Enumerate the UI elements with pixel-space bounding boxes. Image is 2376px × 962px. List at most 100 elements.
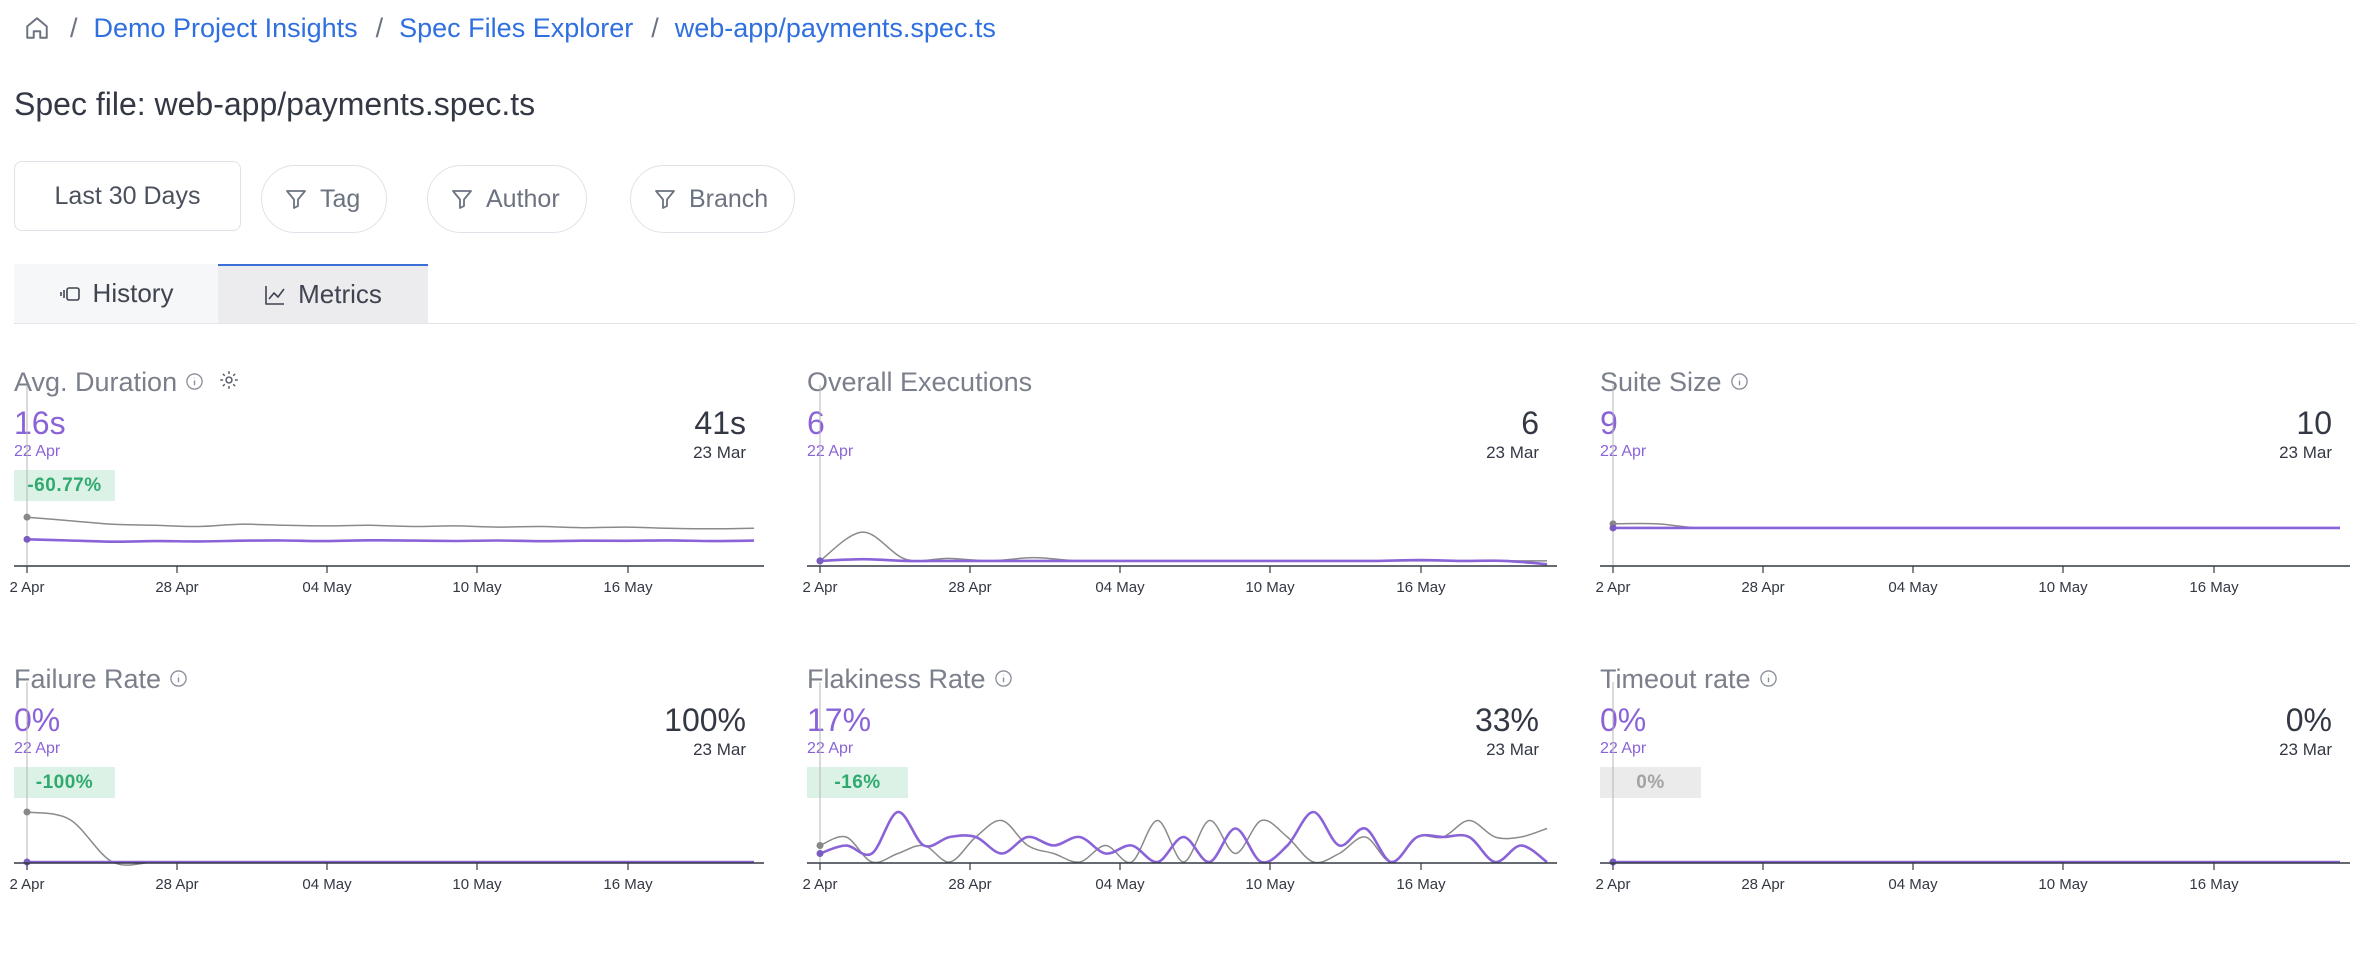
current-date: 22 Apr (1600, 740, 1647, 757)
filter-icon (655, 190, 675, 209)
previous-value: 41s (694, 405, 746, 441)
x-tick-label: 2 Apr (9, 876, 44, 893)
x-tick-label: 2 Apr (9, 579, 44, 596)
avg-duration-chart[interactable]: 2 Apr 28 Apr 04 May 10 May 16 May (9, 385, 764, 596)
previous-value: 10 (2296, 405, 2332, 441)
x-tick-label: 2 Apr (1595, 876, 1630, 893)
current-value: 6 (807, 405, 825, 441)
tab-metrics-label: Metrics (298, 279, 382, 309)
previous-value: 33% (1474, 702, 1539, 738)
x-tick-label: 28 Apr (155, 579, 198, 596)
x-tick-label: 04 May (302, 876, 352, 893)
previous-date: 23 Mar (1486, 443, 1539, 462)
avg-duration-panel: Avg. Duration 16s 22 Apr 41s 23 Mar -60.7… (9, 367, 764, 627)
previous-point-marker (23, 808, 31, 816)
x-tick-label: 16 May (1396, 579, 1446, 596)
info-icon[interactable] (169, 664, 188, 695)
timeout-rate-chart[interactable]: 2 Apr 28 Apr 04 May 10 May 16 May (1595, 682, 2350, 893)
x-tick-label: 04 May (1888, 579, 1938, 596)
previous-date: 23 Mar (2279, 740, 2332, 759)
branch-filter-button[interactable]: Branch (630, 165, 796, 233)
tab-history[interactable]: History (14, 264, 218, 323)
info-icon[interactable] (994, 664, 1013, 695)
current-value: 9 (1600, 405, 1618, 441)
x-tick-label: 16 May (603, 876, 653, 893)
breadcrumb-separator: / (70, 12, 78, 43)
previous-value: 0% (2285, 702, 2332, 738)
previous-date: 23 Mar (2279, 443, 2332, 462)
x-tick-label: 04 May (1888, 876, 1938, 893)
panel-title-text: Overall Executions (807, 367, 1033, 397)
x-tick-label: 28 Apr (1741, 876, 1784, 893)
author-filter-button[interactable]: Author (427, 165, 587, 233)
timeout-rate-panel: Timeout rate 0% 22 Apr 0% 23 Mar 0% 2 Apr 2… (1595, 664, 2350, 924)
breadcrumb-spec-file-link[interactable]: web-app/payments.spec.ts (675, 13, 996, 44)
previous-value: 6 (1521, 405, 1539, 441)
panel-title-text: Suite Size (1600, 367, 1722, 397)
history-icon (59, 286, 80, 301)
current-period-line (819, 557, 1548, 566)
line-chart-icon (265, 285, 285, 305)
x-tick-label: 28 Apr (155, 876, 198, 893)
filter-icon (452, 190, 472, 209)
info-icon[interactable] (185, 367, 204, 398)
x-tick-label: 10 May (1245, 579, 1295, 596)
failure-rate-chart[interactable]: 2 Apr 28 Apr 04 May 10 May 16 May (9, 682, 764, 893)
previous-period-line (819, 531, 1547, 562)
panel-title-text: Timeout rate (1600, 664, 1751, 694)
current-date: 22 Apr (807, 740, 854, 757)
tag-filter-button[interactable]: Tag (261, 165, 388, 233)
current-date: 22 Apr (1600, 443, 1647, 460)
x-tick-label: 2 Apr (1595, 579, 1630, 596)
breadcrumb-spec-explorer-link[interactable]: Spec Files Explorer (399, 13, 633, 44)
current-date: 22 Apr (807, 443, 854, 460)
current-point-marker (816, 850, 824, 857)
filter-icon (286, 190, 306, 209)
previous-point-marker (816, 842, 824, 849)
gear-icon[interactable] (218, 367, 240, 398)
author-filter-label: Author (486, 184, 560, 213)
current-value: 16s (14, 405, 66, 441)
previous-point-marker (23, 513, 31, 521)
flakiness-rate-chart[interactable]: 2 Apr 28 Apr 04 May 10 May 16 May (802, 682, 1557, 893)
info-icon[interactable] (1730, 367, 1749, 398)
previous-date: 23 Mar (693, 740, 746, 759)
x-tick-label: 16 May (603, 579, 653, 596)
x-tick-label: 16 May (1396, 876, 1446, 893)
panel-title-text: Flakiness Rate (807, 664, 986, 694)
current-period-line (819, 810, 1548, 864)
flakiness-rate-title: Flakiness Rate (807, 664, 1013, 695)
suite-size-panel: Suite Size 9 22 Apr 10 23 Mar 2 Apr 28 Apr… (1595, 367, 2350, 627)
x-tick-label: 10 May (452, 579, 502, 596)
x-tick-label: 10 May (2038, 579, 2088, 596)
x-tick-label: 2 Apr (802, 579, 837, 596)
previous-period-line (26, 516, 755, 530)
page-title: Spec file: web-app/payments.spec.ts (14, 86, 536, 122)
home-icon[interactable] (22, 13, 52, 43)
tab-history-label: History (92, 278, 174, 308)
current-date: 22 Apr (14, 443, 61, 460)
overall-executions-chart[interactable]: 2 Apr 28 Apr 04 May 10 May 16 May (802, 385, 1557, 596)
breadcrumb-project-link[interactable]: Demo Project Insights (94, 13, 358, 44)
breadcrumb-separator: / (651, 12, 659, 43)
x-tick-label: 10 May (452, 876, 502, 893)
tab-metrics[interactable]: Metrics (218, 264, 428, 323)
previous-date: 23 Mar (1486, 740, 1539, 759)
x-tick-label: 04 May (1095, 876, 1145, 893)
x-tick-label: 28 Apr (1741, 579, 1784, 596)
info-icon[interactable] (1759, 664, 1778, 695)
breadcrumb: / Demo Project Insights / Spec Files Exp… (22, 12, 996, 44)
current-date: 22 Apr (14, 740, 61, 757)
x-tick-label: 10 May (1245, 876, 1295, 893)
suite-size-chart[interactable]: 2 Apr 28 Apr 04 May 10 May 16 May (1595, 385, 2350, 596)
x-tick-label: 04 May (1095, 579, 1145, 596)
previous-value: 100% (664, 702, 746, 738)
date-range-button[interactable]: Last 30 Days (14, 161, 241, 231)
x-tick-label: 10 May (2038, 876, 2088, 893)
timeout-rate-title: Timeout rate (1600, 664, 1778, 695)
x-tick-label: 28 Apr (948, 579, 991, 596)
previous-period-line (819, 819, 1548, 864)
failure-rate-title: Failure Rate (14, 664, 188, 695)
avg-duration-title: Avg. Duration (14, 367, 240, 398)
x-tick-label: 04 May (302, 579, 352, 596)
